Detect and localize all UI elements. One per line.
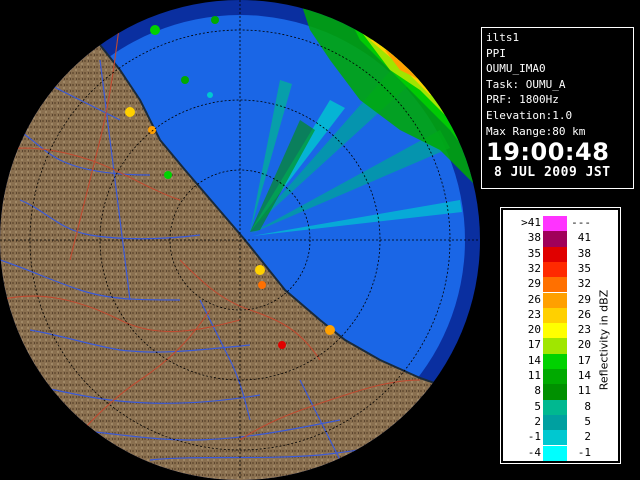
- legend-high-value: 23: [577, 323, 591, 337]
- radar-info-panel: ilts1 PPI OUMU_IMA0 Task: OUMU_A PRF: 18…: [481, 27, 634, 189]
- legend-high-value: 5: [584, 414, 591, 428]
- legend-color-swatch: [543, 445, 567, 461]
- legend-low-value: >41: [521, 216, 541, 229]
- legend-color-swatch: [543, 261, 567, 278]
- legend-low-value: 26: [527, 292, 541, 306]
- product-name: OUMU_IMA0: [486, 62, 546, 76]
- legend-high-value: 8: [584, 399, 591, 413]
- legend-high-value: 35: [577, 261, 591, 275]
- legend-color-swatch: [543, 277, 567, 293]
- legend-color-swatch: [543, 414, 567, 431]
- legend-row: >41 ---: [503, 216, 618, 232]
- legend-high-value: 32: [577, 277, 591, 291]
- legend-low-value: 5: [534, 399, 541, 413]
- legend-high-value: ---: [571, 216, 591, 229]
- legend-color-swatch: [543, 384, 567, 400]
- legend-high-value: 41: [577, 231, 591, 245]
- legend-color-swatch: [543, 231, 567, 247]
- reflectivity-legend: >41 --- 38 41 35 38 32 35 29 32 26 29 23 26 20 23 17 20 14…: [501, 208, 620, 463]
- legend-color-swatch: [543, 369, 567, 385]
- prf-value: PRF: 1800Hz: [486, 93, 559, 107]
- legend-high-value: 2: [584, 430, 591, 444]
- legend-color-swatch: [543, 430, 567, 446]
- legend-low-value: 14: [527, 353, 541, 367]
- legend-color-swatch: [543, 353, 567, 369]
- task-name: Task: OUMU_A: [486, 77, 566, 91]
- radar-name: ilts1: [486, 31, 520, 44]
- legend-low-value: 29: [527, 277, 541, 291]
- legend-color-swatch: [543, 307, 567, 324]
- legend-color-swatch: [543, 216, 567, 232]
- legend-high-value: 11: [577, 384, 591, 398]
- legend-low-value: -1: [527, 430, 541, 444]
- legend-unit-text: Reflectivity in dBZ: [597, 289, 611, 391]
- legend-low-value: -4: [527, 445, 541, 459]
- legend-low-value: 8: [534, 384, 541, 398]
- radar-ppi-display: [0, 0, 480, 480]
- legend-high-value: -1: [577, 445, 591, 459]
- legend-low-value: 11: [527, 369, 541, 382]
- legend-low-value: 20: [527, 323, 541, 337]
- legend-high-value: 17: [577, 353, 591, 367]
- scan-mode: PPI: [486, 46, 506, 60]
- observation-date: 8 JUL 2009 JST: [494, 165, 611, 181]
- legend-high-value: 20: [577, 338, 591, 352]
- legend-low-value: 23: [527, 307, 541, 321]
- legend-color-swatch: [543, 323, 567, 339]
- legend-low-value: 17: [527, 338, 541, 352]
- elevation-value: Elevation:1.0: [486, 108, 573, 122]
- legend-low-value: 38: [527, 231, 541, 245]
- legend-high-value: 14: [577, 369, 591, 382]
- legend-low-value: 2: [534, 414, 541, 428]
- legend-low-value: 32: [527, 261, 541, 275]
- legend-high-value: 29: [577, 292, 591, 306]
- legend-row: -4 -1: [503, 445, 618, 461]
- legend-unit-label: Reflectivity in dBZ: [596, 240, 612, 440]
- legend-color-swatch: [543, 399, 567, 415]
- max-range-value: Max Range:80 km: [486, 124, 586, 138]
- legend-low-value: 35: [527, 246, 541, 260]
- legend-color-swatch: [543, 292, 567, 308]
- legend-color-swatch: [543, 338, 567, 354]
- legend-color-swatch: [543, 246, 567, 262]
- legend-high-value: 38: [577, 246, 591, 260]
- legend-high-value: 26: [577, 307, 591, 321]
- observation-time: 19:00:48: [486, 138, 610, 167]
